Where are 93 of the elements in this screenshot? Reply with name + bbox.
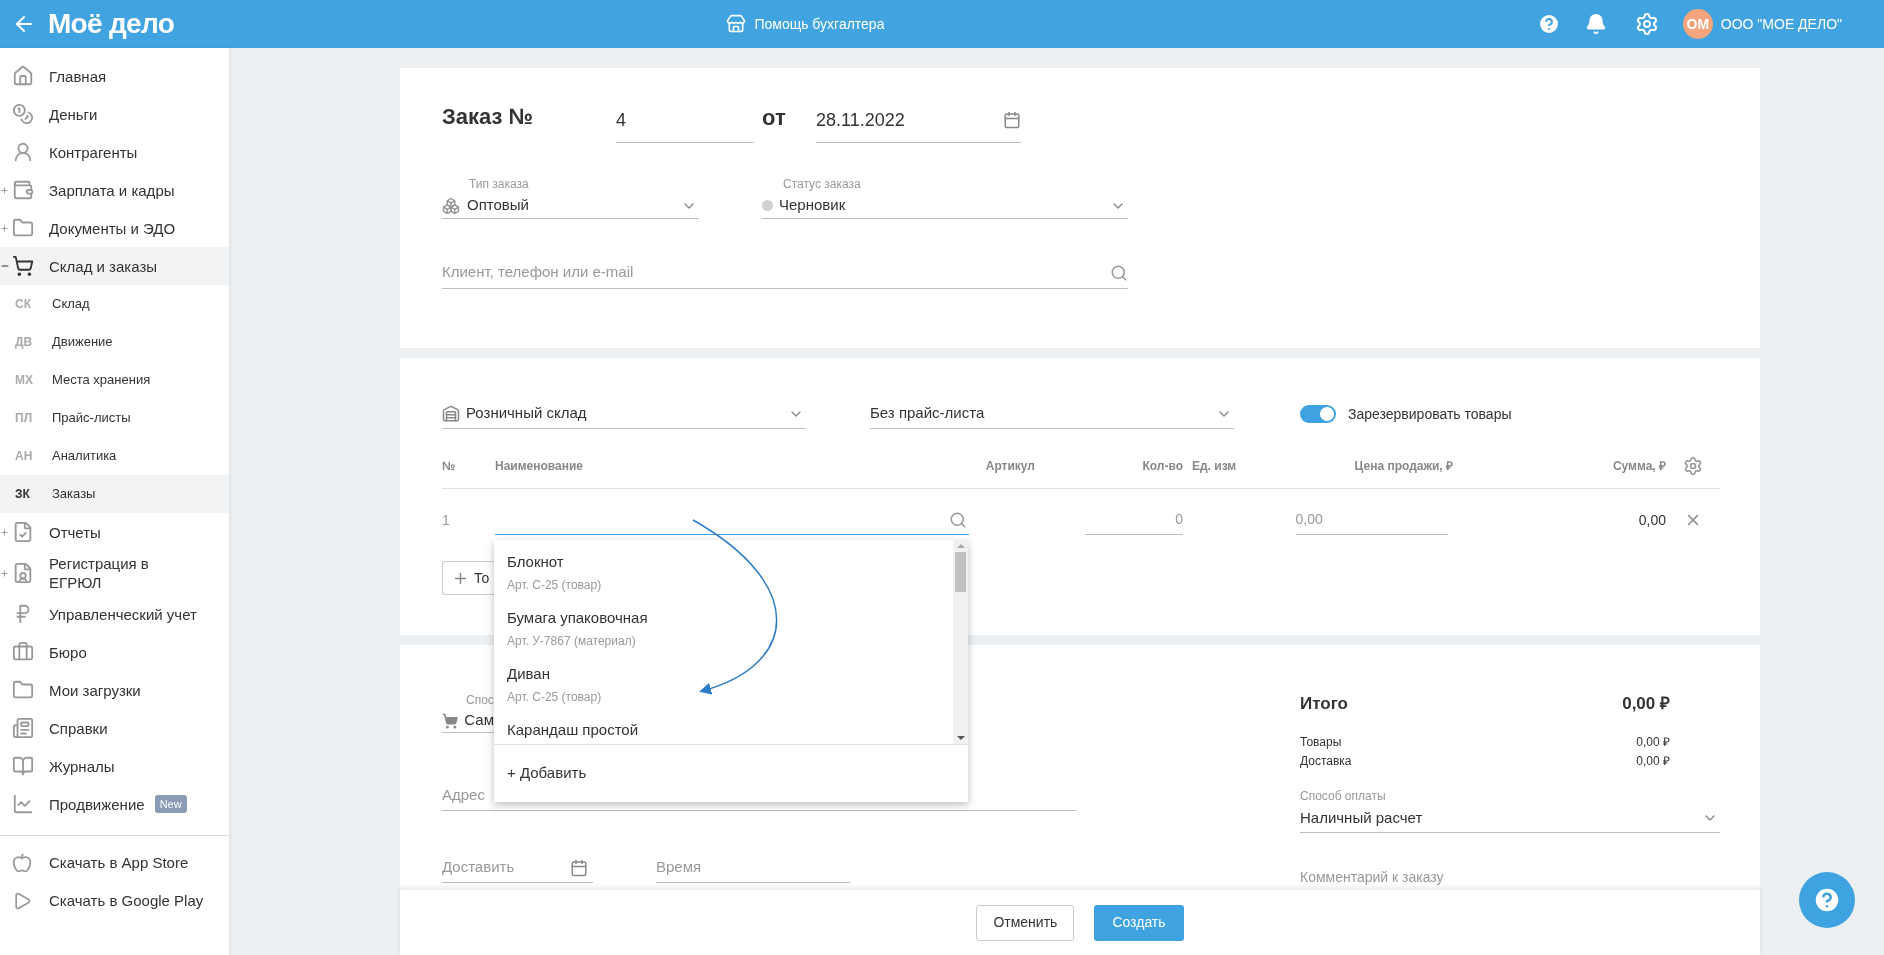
notification-icon[interactable]: [1584, 13, 1607, 35]
row-sum: 0,00: [1637, 510, 1666, 530]
house-icon: [12, 65, 34, 87]
newspaper-icon: [12, 717, 34, 739]
settings-icon[interactable]: [1683, 455, 1703, 476]
sidebar-subitem[interactable]: ЗК Заказы: [0, 475, 229, 513]
search-icon: [949, 510, 967, 529]
sidebar-subitem[interactable]: ПЛ Прайс-листы: [0, 399, 229, 437]
from-label: от: [761, 104, 787, 132]
row-number: 1: [442, 510, 451, 530]
column-header: Цена продажи, ₽: [1353, 457, 1453, 475]
help-icon: [1812, 885, 1842, 915]
cart-icon: [12, 255, 34, 277]
sidebar-item[interactable]: Склад и заказы: [0, 247, 229, 285]
sidebar-item[interactable]: Журналы: [0, 747, 229, 785]
wallet-icon: [12, 179, 34, 201]
sidebar-subitem[interactable]: АН Аналитика: [0, 437, 229, 475]
sidebar-item[interactable]: Главная: [0, 57, 229, 95]
expand-icon: [0, 568, 9, 578]
reserve-toggle[interactable]: [1300, 405, 1336, 423]
field-label: Спос: [465, 692, 494, 709]
expand-icon: [0, 527, 9, 537]
help-button[interactable]: [1799, 872, 1855, 928]
product-option[interactable]: Диван Арт. С-25 (товар): [494, 664, 953, 720]
sidebar-item[interactable]: Отчеты: [0, 513, 229, 551]
settings-icon[interactable]: [1634, 12, 1659, 36]
sidebar-item[interactable]: Управленческий учет: [0, 595, 229, 633]
warehouse-icon: [442, 404, 460, 423]
cancel-button[interactable]: Отменить: [976, 904, 1075, 941]
briefcase-icon: [12, 641, 34, 663]
order-number-field[interactable]: 4: [616, 107, 754, 143]
order-type-select[interactable]: Оптовый: [442, 193, 699, 219]
cart-icon: [442, 711, 459, 730]
sidebar-item[interactable]: Продвижение New: [0, 785, 229, 823]
document-check-icon: [12, 521, 34, 543]
total-value: 0,00 ₽: [1622, 693, 1670, 715]
sidebar-subitem[interactable]: СК Склад: [0, 285, 229, 323]
sidebar-subitem[interactable]: ДВ Движение: [0, 323, 229, 361]
sidebar-subitem[interactable]: МХ Места хранения: [0, 361, 229, 399]
expand-icon: [0, 223, 9, 233]
order-title: Заказ №: [442, 103, 535, 131]
scrollbar[interactable]: [953, 540, 968, 744]
sidebar-item[interactable]: Зарплата и кадры: [0, 171, 229, 209]
column-header: Ед. изм: [1191, 457, 1238, 475]
sidebar-item[interactable]: Мои загрузки: [0, 671, 229, 709]
column-header: Сумма, ₽: [1611, 457, 1666, 475]
warehouse-select[interactable]: Розничный склад: [442, 399, 806, 429]
search-icon[interactable]: [1110, 263, 1128, 282]
order-status-select[interactable]: Черновик: [762, 193, 1128, 219]
field-label: Статус заказа: [782, 176, 862, 193]
summary-value: 0,00 ₽: [1636, 733, 1670, 751]
product-option[interactable]: Карандаш простой: [494, 720, 953, 744]
store-link[interactable]: Скачать в Google Play: [0, 882, 229, 920]
expand-icon: [0, 185, 9, 195]
payment-method-select[interactable]: Наличный расчет: [1300, 804, 1720, 833]
reserve-label: Зарезервировать товары: [1348, 404, 1512, 424]
coins-icon: [12, 103, 34, 125]
play-icon: [12, 891, 32, 911]
summary-label: Товары: [1300, 733, 1342, 751]
boxes-icon: [442, 196, 460, 215]
field-label: Способ оплаты: [1300, 787, 1387, 805]
new-badge: New: [154, 794, 187, 814]
sidebar-item[interactable]: Контрагенты: [0, 133, 229, 171]
person-icon: [12, 141, 34, 163]
column-header: №: [442, 457, 457, 475]
sidebar-item[interactable]: Деньги: [0, 95, 229, 133]
field-label: Тип заказа: [468, 176, 530, 193]
folder-icon: [12, 217, 34, 239]
folder-icon: [12, 679, 34, 701]
price-list-select[interactable]: Без прайс-листа: [870, 399, 1234, 429]
total-label: Итого: [1300, 693, 1348, 715]
column-header: Артикул: [984, 457, 1035, 475]
product-option[interactable]: Бумага упаковочная Арт. У-7867 (материал): [494, 608, 953, 664]
sidebar-item[interactable]: Справки: [0, 709, 229, 747]
date-field[interactable]: 28.11.2022: [816, 107, 1021, 143]
sidebar-item[interactable]: Бюро: [0, 633, 229, 671]
add-product-option[interactable]: + Добавить: [494, 762, 968, 785]
chart-icon: [12, 793, 34, 815]
column-header: Кол-во: [1141, 457, 1183, 475]
summary-value: 0,00 ₽: [1636, 752, 1670, 770]
store-icon: [726, 14, 747, 34]
document-person-icon: [12, 562, 34, 584]
apple-icon: [12, 853, 32, 873]
summary-label: Доставка: [1300, 752, 1352, 770]
store-link[interactable]: Скачать в App Store: [0, 844, 229, 882]
column-header: Наименование: [495, 457, 585, 475]
sidebar-item[interactable]: Документы и ЭДО: [0, 209, 229, 247]
product-option[interactable]: Блокнот Арт. С-25 (товар): [494, 552, 953, 608]
calendar-icon[interactable]: [570, 858, 588, 877]
sidebar-item[interactable]: Регистрация в ЕГРЮЛ: [0, 551, 229, 595]
book-icon: [12, 755, 34, 777]
field-label: Комментарий к заказу: [1300, 867, 1444, 887]
calendar-icon[interactable]: [1003, 110, 1021, 129]
